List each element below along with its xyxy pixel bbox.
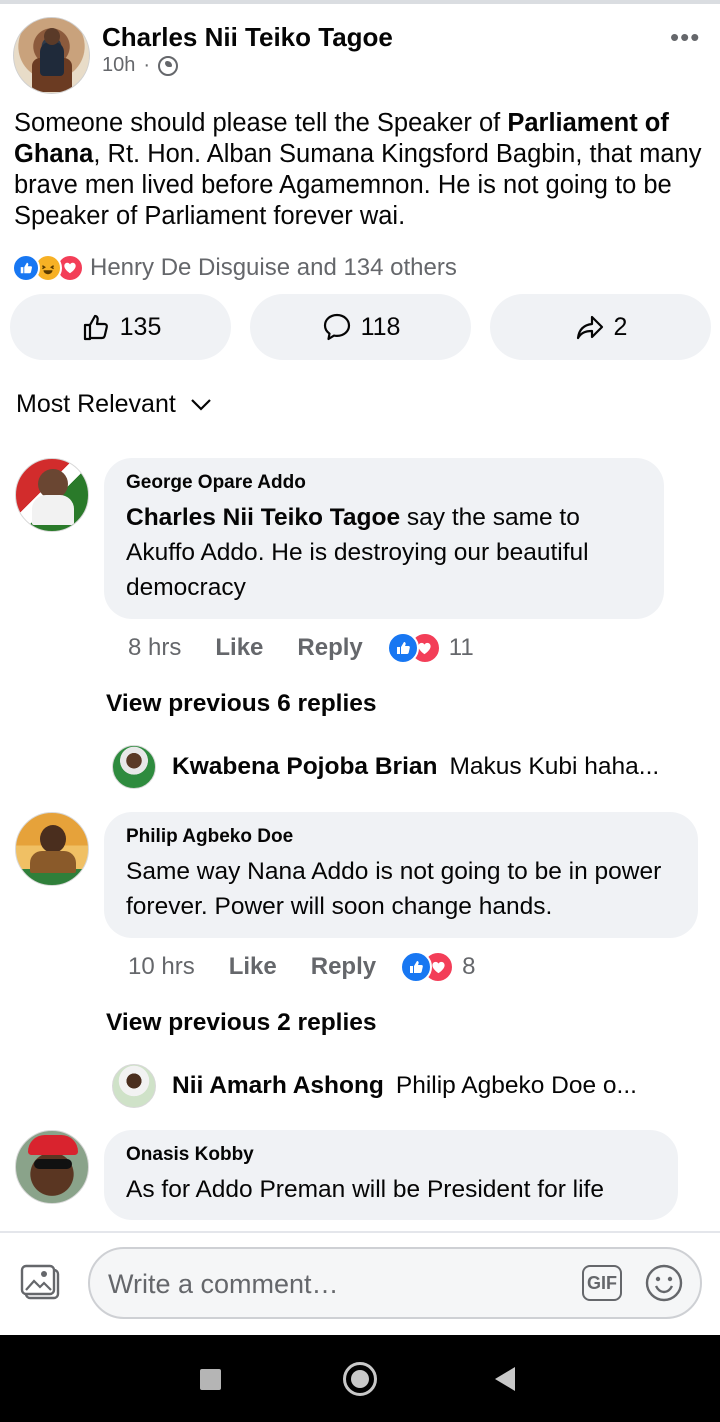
comment-bubble[interactable]: Philip Agbeko Doe Same way Nana Addo is … bbox=[104, 812, 698, 938]
like-reaction-icon bbox=[386, 632, 419, 664]
author-avatar[interactable] bbox=[13, 17, 90, 94]
photo-icon[interactable] bbox=[20, 1262, 64, 1306]
commenter-avatar[interactable] bbox=[15, 1130, 89, 1204]
reply-preview[interactable]: Nii Amarh Ashong Philip Agbeko Doe o... bbox=[112, 1064, 712, 1108]
comment-button[interactable]: 118 bbox=[250, 294, 471, 360]
view-previous-replies[interactable]: View previous 6 replies bbox=[106, 690, 377, 718]
comment-sort-dropdown[interactable]: Most Relevant bbox=[16, 390, 212, 419]
post-meta: 10h · bbox=[102, 54, 179, 77]
comment-reply-button[interactable]: Reply bbox=[297, 634, 362, 662]
comment-time[interactable]: 8 hrs bbox=[128, 634, 181, 662]
comment-text: Charles Nii Teiko Tagoe say the same to … bbox=[126, 500, 642, 605]
comment-author[interactable]: George Opare Addo bbox=[126, 472, 642, 494]
comment-reactions[interactable]: 11 bbox=[386, 632, 474, 664]
comment-bubble[interactable]: Onasis Kobby As for Addo Preman will be … bbox=[104, 1130, 678, 1220]
reply-author[interactable]: Nii Amarh Ashong bbox=[172, 1072, 384, 1100]
home-button-icon[interactable] bbox=[343, 1362, 377, 1396]
comment-actions: 10 hrs Like Reply 8 bbox=[128, 951, 475, 983]
thumbs-up-icon bbox=[83, 314, 108, 341]
reply-text: Philip Agbeko Doe o... bbox=[395, 1072, 637, 1099]
comment-like-button[interactable]: Like bbox=[229, 953, 277, 981]
view-previous-replies[interactable]: View previous 2 replies bbox=[106, 1009, 377, 1037]
commenter-avatar[interactable] bbox=[15, 812, 89, 886]
commenter-avatar[interactable] bbox=[15, 458, 89, 532]
comment-time[interactable]: 10 hrs bbox=[128, 953, 195, 981]
back-button-icon[interactable] bbox=[495, 1367, 515, 1391]
more-dots-icon[interactable]: ••• bbox=[670, 22, 710, 62]
comment-reaction-count: 8 bbox=[462, 953, 476, 980]
comment-text: Same way Nana Addo is not going to be in… bbox=[126, 858, 662, 920]
sort-label: Most Relevant bbox=[16, 390, 176, 418]
post-text: Someone should please tell the Speaker o… bbox=[14, 108, 704, 232]
like-reaction-icon bbox=[12, 254, 40, 282]
recents-button-icon[interactable] bbox=[200, 1369, 221, 1390]
gif-button[interactable]: GIF bbox=[582, 1265, 622, 1301]
comment-reaction-count: 11 bbox=[448, 634, 474, 661]
reactions-summary[interactable]: Henry De Disguise and 134 others bbox=[12, 252, 457, 284]
post-text-part1: Someone should please tell the Speaker o… bbox=[14, 109, 508, 137]
comment-placeholder: Write a comment… bbox=[108, 1269, 339, 1299]
reply-author[interactable]: Kwabena Pojoba Brian bbox=[172, 753, 437, 781]
comment-reply-button[interactable]: Reply bbox=[311, 953, 376, 981]
like-reaction-icon bbox=[400, 951, 433, 983]
reply-preview[interactable]: Kwabena Pojoba Brian Makus Kubi haha... bbox=[112, 745, 712, 789]
comment-count: 118 bbox=[360, 312, 401, 341]
share-arrow-icon bbox=[576, 315, 603, 340]
chevron-down-icon bbox=[191, 398, 211, 411]
composer-divider bbox=[0, 1231, 720, 1233]
comment-mention[interactable]: Charles Nii Teiko Tagoe bbox=[126, 504, 400, 531]
author-name[interactable]: Charles Nii Teiko Tagoe bbox=[102, 22, 393, 53]
reply-text: Makus Kubi haha... bbox=[449, 753, 660, 780]
reply-avatar[interactable] bbox=[112, 1064, 156, 1108]
post-time[interactable]: 10h bbox=[102, 54, 135, 77]
comment-bubble-icon bbox=[323, 313, 350, 341]
like-count: 135 bbox=[119, 312, 162, 341]
share-count: 2 bbox=[613, 312, 628, 341]
top-divider bbox=[0, 0, 720, 4]
reply-avatar[interactable] bbox=[112, 745, 156, 789]
emoji-icon[interactable] bbox=[644, 1263, 684, 1303]
comment-like-button[interactable]: Like bbox=[215, 634, 263, 662]
comment-text: As for Addo Preman will be President for… bbox=[126, 1176, 604, 1203]
meta-separator: · bbox=[143, 54, 151, 76]
reactions-text[interactable]: Henry De Disguise and 134 others bbox=[90, 254, 457, 282]
comment-bubble[interactable]: George Opare Addo Charles Nii Teiko Tago… bbox=[104, 458, 664, 619]
comment-actions: 8 hrs Like Reply 11 bbox=[128, 632, 474, 664]
post-text-part2: , Rt. Hon. Alban Sumana Kingsford Bagbin… bbox=[14, 140, 702, 230]
globe-icon bbox=[158, 55, 179, 76]
like-button[interactable]: 135 bbox=[10, 294, 231, 360]
share-button[interactable]: 2 bbox=[490, 294, 711, 360]
comment-author[interactable]: Onasis Kobby bbox=[126, 1144, 656, 1166]
comment-reactions[interactable]: 8 bbox=[400, 951, 475, 983]
comment-author[interactable]: Philip Agbeko Doe bbox=[126, 826, 676, 848]
